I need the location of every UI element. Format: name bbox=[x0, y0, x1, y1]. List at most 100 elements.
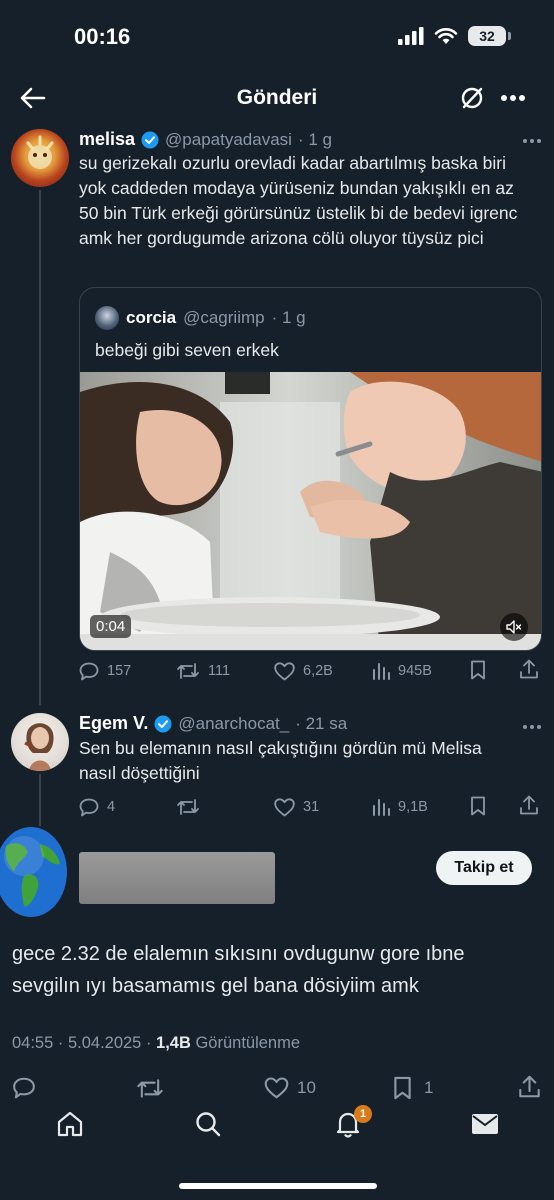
retweet-count: 111 bbox=[208, 663, 231, 679]
share-icon bbox=[520, 659, 538, 679]
tweet-text: Sen bu elemanın nasıl çakıştığını gördün… bbox=[79, 738, 482, 783]
reply-button[interactable] bbox=[12, 1077, 44, 1099]
heart-icon bbox=[274, 661, 295, 680]
mail-icon bbox=[472, 1114, 498, 1134]
home-icon bbox=[57, 1111, 83, 1137]
bookmark-button[interactable] bbox=[470, 796, 486, 821]
like-button[interactable]: 6,2B bbox=[274, 661, 333, 681]
tweet-actions: 4 31 9,1B bbox=[79, 795, 544, 819]
bookmark-icon bbox=[471, 796, 485, 816]
views-icon bbox=[373, 663, 390, 680]
retweet-button[interactable] bbox=[136, 1078, 172, 1099]
wifi-icon bbox=[434, 28, 458, 44]
like-button[interactable]: 10 bbox=[264, 1077, 316, 1099]
avatar[interactable] bbox=[11, 129, 69, 187]
avatar[interactable] bbox=[0, 826, 68, 918]
video-player[interactable]: 0:04 bbox=[80, 372, 541, 650]
tweet-time: · 1 g bbox=[297, 129, 332, 149]
reply-count: 4 bbox=[107, 799, 116, 815]
post-meta: 04:55 · 5.04.2025 · 1,4B Görüntülenme bbox=[12, 1034, 300, 1053]
views-icon bbox=[373, 799, 390, 816]
grok-button[interactable] bbox=[458, 84, 486, 112]
video-thumbnail bbox=[80, 372, 541, 650]
redacted-username bbox=[79, 852, 275, 904]
like-button[interactable]: 31 bbox=[274, 797, 319, 817]
volume-mute-icon bbox=[506, 620, 522, 634]
more-options-button[interactable] bbox=[498, 86, 528, 110]
bookmark-button[interactable]: 1 bbox=[393, 1076, 433, 1100]
views-button[interactable]: 945B bbox=[372, 662, 432, 680]
thread-line bbox=[39, 190, 41, 705]
post-timestamp: 04:55 · 5.04.2025 · bbox=[12, 1034, 157, 1052]
post-text: gece 2.32 de elalemın sıkısını ovdugunw … bbox=[12, 943, 465, 997]
more-horizontal-icon bbox=[523, 139, 541, 143]
views-button[interactable]: 9,1B bbox=[372, 798, 428, 816]
battery-indicator: 32 bbox=[468, 26, 511, 46]
bookmark-button[interactable] bbox=[470, 660, 486, 685]
tweet-more-button[interactable] bbox=[522, 717, 542, 735]
avatar-image bbox=[24, 723, 54, 771]
tab-messages[interactable] bbox=[470, 1110, 500, 1143]
reply-button[interactable]: 4 bbox=[79, 798, 115, 817]
post-views-count[interactable]: 1,4B bbox=[156, 1034, 191, 1052]
reply-icon bbox=[13, 1077, 35, 1099]
post-views-label: Görüntülenme bbox=[190, 1034, 301, 1052]
tweet-actions: 157 111 6,2B 945B bbox=[79, 659, 544, 683]
tab-home[interactable] bbox=[55, 1109, 85, 1144]
author-handle[interactable]: @anarchocat_ bbox=[178, 714, 289, 734]
share-icon bbox=[520, 795, 538, 815]
share-button[interactable] bbox=[519, 659, 539, 684]
tweet-text: su gerizekalı ozurlu orevladi kadar abar… bbox=[79, 153, 518, 248]
tweet-header: Egem V. @anarchocat_ · 21 sa bbox=[79, 713, 347, 734]
quote-author-name[interactable]: corcia bbox=[126, 308, 176, 328]
tab-bar: 1 bbox=[0, 1105, 554, 1149]
share-icon bbox=[519, 1075, 540, 1098]
video-duration: 0:04 bbox=[90, 615, 132, 638]
quote-header: corcia @cagriimp · 1 g bbox=[95, 306, 306, 330]
reply-button[interactable]: 157 bbox=[79, 662, 131, 681]
retweet-button[interactable]: 111 bbox=[176, 662, 230, 680]
tab-notifications[interactable]: 1 bbox=[333, 1105, 372, 1144]
reply-count: 157 bbox=[107, 663, 132, 679]
search-icon bbox=[196, 1112, 221, 1137]
quote-author-handle[interactable]: @cagriimp bbox=[183, 308, 265, 328]
globe-icon bbox=[0, 827, 67, 917]
author-name[interactable]: melisa bbox=[79, 129, 135, 150]
bookmark-count: 1 bbox=[424, 1078, 434, 1097]
status-time: 00:16 bbox=[74, 24, 131, 49]
avatar[interactable] bbox=[11, 713, 69, 771]
signal-icon bbox=[398, 27, 424, 45]
retweet-button[interactable] bbox=[176, 798, 208, 816]
tab-search[interactable] bbox=[193, 1109, 223, 1144]
author-name[interactable]: Egem V. bbox=[79, 713, 148, 734]
tweet-header: melisa @papatyadavasi · 1 g bbox=[79, 129, 332, 150]
bookmark-icon bbox=[471, 660, 485, 680]
bookmark-icon bbox=[394, 1076, 411, 1100]
reply-icon bbox=[79, 798, 99, 816]
mute-button[interactable] bbox=[500, 613, 528, 641]
avatar-image bbox=[26, 135, 54, 169]
quote-time: · 1 g bbox=[271, 308, 306, 327]
share-button[interactable] bbox=[518, 1075, 541, 1103]
post-actions: 10 1 bbox=[0, 1075, 554, 1101]
more-horizontal-icon bbox=[501, 95, 525, 101]
verified-badge-icon bbox=[154, 715, 172, 732]
retweet-icon bbox=[177, 663, 199, 679]
quote-tweet-card[interactable]: corcia @cagriimp · 1 g bebeği gibi seven… bbox=[79, 287, 542, 651]
share-button[interactable] bbox=[519, 795, 539, 820]
grok-icon bbox=[461, 87, 483, 109]
thread-line bbox=[39, 774, 41, 826]
retweet-icon bbox=[177, 799, 199, 815]
like-count: 6,2B bbox=[303, 663, 333, 679]
more-horizontal-icon bbox=[523, 725, 541, 729]
home-indicator bbox=[179, 1183, 377, 1189]
reply-icon bbox=[79, 662, 99, 680]
like-count: 10 bbox=[297, 1078, 316, 1097]
views-count: 945B bbox=[398, 663, 432, 679]
author-handle[interactable]: @papatyadavasi bbox=[165, 130, 292, 150]
verified-badge-icon bbox=[141, 131, 159, 148]
follow-button[interactable]: Takip et bbox=[436, 851, 532, 885]
tweet-more-button[interactable] bbox=[522, 131, 542, 149]
views-count: 9,1B bbox=[398, 799, 428, 815]
retweet-icon bbox=[137, 1078, 163, 1098]
